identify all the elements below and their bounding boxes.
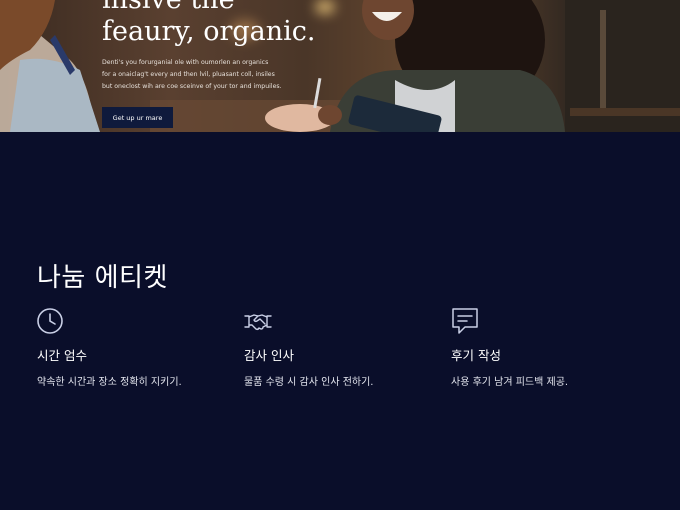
message-icon xyxy=(451,307,641,335)
feature-title: 감사 인사 xyxy=(244,348,294,363)
hero-desc-line2: for a onaiclag't every and then lvil, pl… xyxy=(102,71,275,78)
feature-title: 시간 엄수 xyxy=(37,348,87,363)
feature-gratitude: 감사 인사 물품 수령 시 감사 인사 전하기. xyxy=(244,307,434,388)
hero-title-line2: feaury, organic. xyxy=(102,16,316,47)
handshake-icon xyxy=(244,307,434,335)
hero-desc-line1: Denti's you forurganial ole with oumorle… xyxy=(102,59,269,66)
feature-review: 후기 작성 사용 후기 남겨 피드백 제공. xyxy=(451,307,641,388)
feature-description: 물품 수령 시 감사 인사 전하기. xyxy=(244,377,374,388)
feature-description: 약속한 시간과 장소 정확히 지키기. xyxy=(37,377,182,388)
hero-text: insive the feaury, organic. Denti's you … xyxy=(102,0,342,93)
hero-desc-line3: but oneclost wih are coe sceinve of your… xyxy=(102,83,282,90)
feature-punctuality: 시간 엄수 약속한 시간과 장소 정확히 지키기. xyxy=(37,307,227,388)
hero-banner: insive the feaury, organic. Denti's you … xyxy=(0,0,680,132)
feature-description: 사용 후기 남겨 피드백 제공. xyxy=(451,377,569,388)
hero-title-line1: insive the xyxy=(102,0,235,15)
clock-icon xyxy=(37,307,227,335)
etiquette-section: 나눔 에티켓 시간 엄수 약속한 시간과 장소 정확히 지키기. 감사 인사 물… xyxy=(0,132,680,510)
feature-title: 후기 작성 xyxy=(451,348,501,363)
hero-title: insive the feaury, organic. xyxy=(102,0,342,48)
get-started-button[interactable]: Get up ur mare xyxy=(102,107,173,128)
section-title: 나눔 에티켓 xyxy=(37,263,168,293)
hero-description: Denti's you forurganial ole with oumorle… xyxy=(102,57,302,93)
